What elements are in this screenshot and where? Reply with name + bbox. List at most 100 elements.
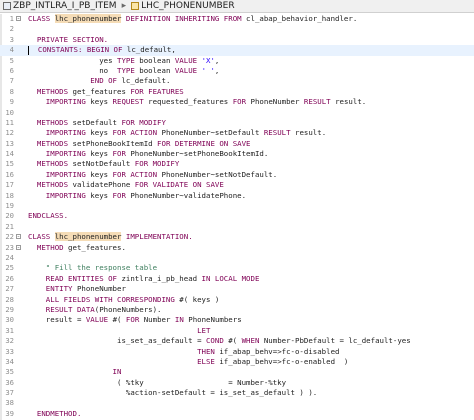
- code-line[interactable]: 21: [0, 222, 474, 232]
- code-line[interactable]: 30 result = VALUE #( FOR Number IN Phone…: [0, 315, 474, 325]
- code-token: if_abap_behv=>fc-o-enabled ): [219, 356, 349, 366]
- code-line[interactable]: 6 no TYPE boolean VALUE ' ',: [0, 66, 474, 76]
- code-token: keys: [90, 149, 113, 159]
- code-token: lc_default.: [121, 76, 171, 86]
- line-number: 13: [5, 138, 14, 148]
- code-token: result.: [335, 97, 367, 107]
- code-token: PhoneNumber~setNotDefault.: [161, 169, 278, 179]
- code-line[interactable]: 13 METHODS setPhoneBookItemId FOR DETERM…: [0, 139, 474, 149]
- line-number: 23: [5, 242, 14, 252]
- code-token: get_features: [72, 86, 131, 96]
- code-line[interactable]: 2: [0, 24, 474, 34]
- code-line[interactable]: 22- CLASS lhc_phonenumber IMPLEMENTATION.: [0, 232, 474, 242]
- code-token: keys: [90, 128, 113, 138]
- code-token: keys: [90, 169, 113, 179]
- code-line[interactable]: 31 LET: [0, 326, 474, 336]
- line-number: 17: [5, 180, 14, 190]
- code-token: Number: [143, 315, 175, 325]
- comment-token: " Fill the response table: [28, 263, 158, 273]
- code-line[interactable]: 24: [0, 253, 474, 263]
- code-token: keys: [90, 190, 113, 200]
- code-line[interactable]: 9 IMPORTING keys REQUEST requested_featu…: [0, 97, 474, 107]
- code-line[interactable]: 36 ( %tky = Number-%tky: [0, 378, 474, 388]
- code-line[interactable]: 37 %action-setDefault = is_set_as_defaul…: [0, 388, 474, 398]
- code-token: THEN: [28, 346, 220, 356]
- code-line[interactable]: 23- METHOD get_features.: [0, 243, 474, 253]
- code-line[interactable]: 26 READ ENTITIES OF zintlra_i_pb_head IN…: [0, 274, 474, 284]
- line-number: 7: [9, 76, 14, 86]
- code-token: PhoneNumber: [250, 97, 304, 107]
- code-line[interactable]: 12 IMPORTING keys FOR ACTION PhoneNumber…: [0, 128, 474, 138]
- breadcrumb-item[interactable]: LHC_PHONENUMBER: [130, 1, 235, 11]
- code-line[interactable]: 18 IMPORTING keys FOR PhoneNumber~valida…: [0, 191, 474, 201]
- code-editor[interactable]: 1- CLASS lhc_phonenumber DEFINITION INHER…: [0, 14, 474, 420]
- code-line[interactable]: 38: [0, 398, 474, 408]
- code-line[interactable]: 20 ENDCLASS.: [0, 211, 474, 221]
- code-line[interactable]: 19: [0, 201, 474, 211]
- line-number: 2: [9, 24, 14, 34]
- line-number: 24: [5, 252, 14, 262]
- code-line[interactable]: 25 " Fill the response table: [0, 263, 474, 273]
- code-text: IMPORTING keys FOR ACTION PhoneNumber~se…: [28, 128, 326, 138]
- code-text: THEN if_abap_behv=>fc-o-disabled: [28, 347, 339, 357]
- code-text: ( %tky = Number-%tky: [28, 378, 286, 388]
- code-token: is_set_as_default =: [28, 336, 206, 346]
- code-line[interactable]: 32 is_set_as_default = COND #( WHEN Numb…: [0, 336, 474, 346]
- line-number: 10: [5, 107, 14, 117]
- code-line[interactable]: 15 METHODS setNotDefault FOR MODIFY: [0, 159, 474, 169]
- code-text: ENDCLASS.: [28, 211, 68, 221]
- code-line[interactable]: 33 THEN if_abap_behv=>fc-o-disabled: [0, 347, 474, 357]
- code-line[interactable]: 28 ALL FIELDS WITH CORRESPONDING #( keys…: [0, 295, 474, 305]
- line-number: 37: [5, 388, 14, 398]
- line-number: 32: [5, 336, 14, 346]
- code-token: (PhoneNumbers).: [94, 304, 162, 314]
- breadcrumb-item[interactable]: ZBP_INTLRA_I_PB_ITEM: [2, 1, 118, 11]
- abap-editor-window: ZBP_INTLRA_I_PB_ITEM ▸ LHC_PHONENUMBER 1-C…: [0, 0, 474, 420]
- code-line[interactable]: 35 IN: [0, 367, 474, 377]
- code-token: #(: [228, 336, 242, 346]
- fold-toggle-icon[interactable]: -: [16, 244, 21, 250]
- code-line[interactable]: 16 IMPORTING keys FOR ACTION PhoneNumber…: [0, 170, 474, 180]
- line-number: 5: [9, 55, 14, 65]
- code-line[interactable]: 5 yes TYPE boolean VALUE 'X',: [0, 56, 474, 66]
- code-line[interactable]: 11 METHODS setDefault FOR MODIFY: [0, 118, 474, 128]
- line-number: 1: [9, 14, 14, 23]
- code-line[interactable]: 8 METHODS get_features FOR FEATURES: [0, 87, 474, 97]
- code-line[interactable]: 3 PRIVATE SECTION.: [0, 35, 474, 45]
- line-number: 34: [5, 356, 14, 366]
- local-class-icon: [131, 2, 140, 10]
- code-text: RESULT DATA(PhoneNumbers).: [28, 305, 162, 315]
- code-line[interactable]: 10: [0, 108, 474, 118]
- code-token: %action-setDefault = is_set_as_default )…: [28, 388, 318, 398]
- code-token: validatePhone: [72, 180, 135, 190]
- code-line[interactable]: 29 RESULT DATA(PhoneNumbers).: [0, 305, 474, 315]
- code-token: FOR: [112, 149, 131, 159]
- code-line[interactable]: 7 END OF lc_default.: [0, 76, 474, 86]
- code-line[interactable]: 14 IMPORTING keys FOR PhoneNumber~setPho…: [0, 149, 474, 159]
- code-token: ( %tky = Number-%tky: [28, 377, 287, 387]
- code-token: #( keys ): [179, 294, 220, 304]
- code-token: PhoneNumber~validatePhone.: [130, 190, 247, 200]
- code-token: FOR: [125, 315, 144, 325]
- code-token: END OF: [28, 76, 122, 86]
- code-line[interactable]: 1- CLASS lhc_phonenumber DEFINITION INHER…: [0, 14, 474, 24]
- code-line[interactable]: 34 ELSE if_abap_behv=>fc-o-enabled ): [0, 357, 474, 367]
- fold-toggle-icon[interactable]: -: [16, 234, 21, 240]
- code-line[interactable]: 39 ENDMETHOD.: [0, 409, 474, 419]
- code-text: PRIVATE SECTION.: [28, 35, 108, 45]
- code-line[interactable]: 4 CONSTANTS: BEGIN OF lc_default,: [0, 45, 474, 56]
- string-token: ' ': [201, 65, 215, 75]
- class-pool-icon: [3, 2, 11, 10]
- fold-toggle-icon[interactable]: -: [16, 16, 21, 22]
- code-token: boolean: [139, 65, 175, 75]
- line-number: 21: [5, 221, 14, 231]
- code-line[interactable]: 27 ENTITY PhoneNumber: [0, 284, 474, 294]
- line-number: 12: [5, 128, 14, 138]
- code-token: CLASS: [28, 232, 55, 242]
- line-number: 4: [9, 45, 14, 55]
- code-lines: 1- CLASS lhc_phonenumber DEFINITION INHER…: [0, 14, 474, 420]
- code-token: VALUE: [174, 55, 202, 65]
- code-line[interactable]: 17 METHODS validatePhone FOR VALIDATE ON…: [0, 180, 474, 190]
- code-token: if_abap_behv=>fc-o-disabled: [219, 346, 340, 356]
- line-number: 16: [5, 169, 14, 179]
